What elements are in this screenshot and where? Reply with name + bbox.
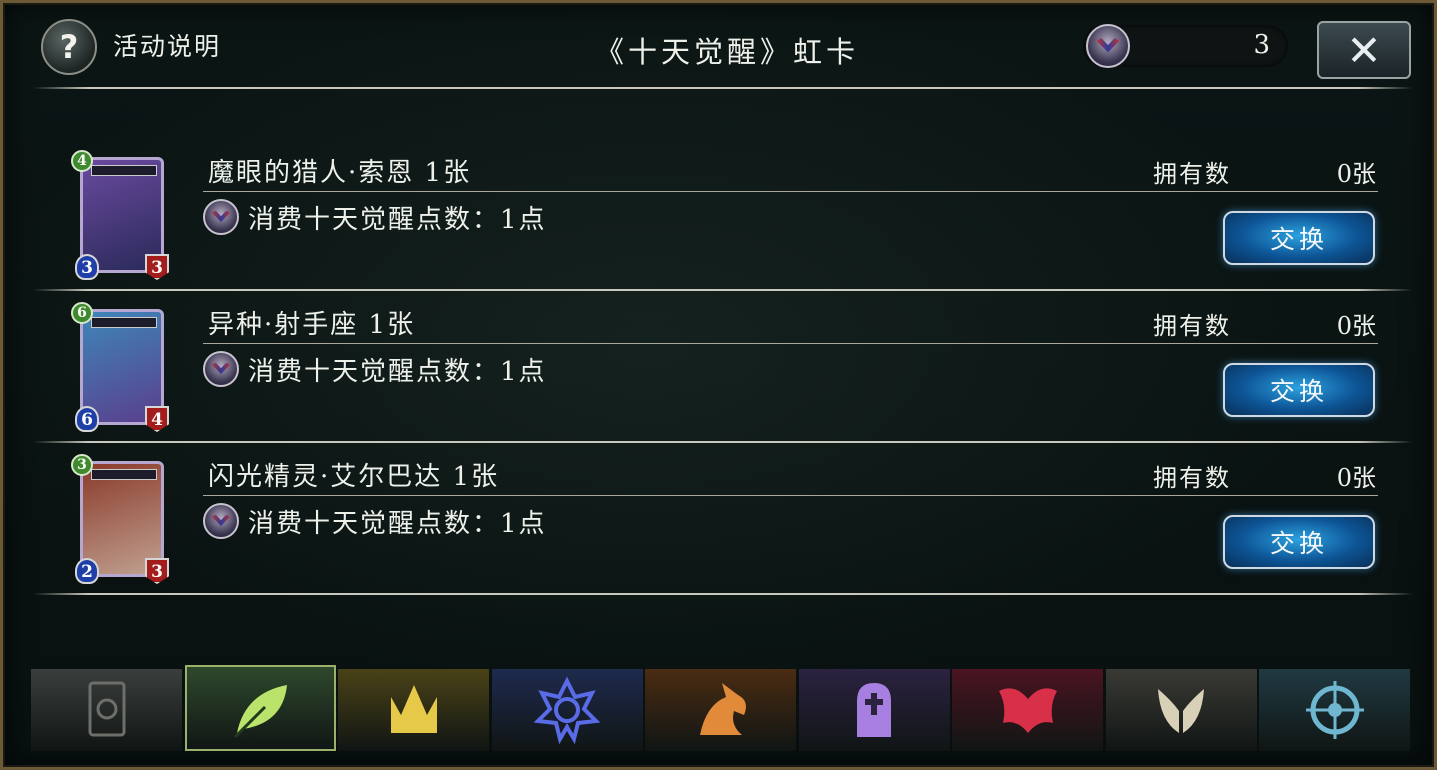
card-title: 异种·射手座 1张 [208, 310, 416, 340]
class-tab-dragon[interactable] [645, 669, 796, 751]
owned-label: 拥有数 [1153, 160, 1231, 188]
class-tab-star-rune[interactable] [491, 669, 643, 751]
card-art[interactable]: 6 6 4 [71, 302, 169, 432]
tombstone-icon [857, 683, 891, 737]
card-cost: 3 [71, 454, 93, 476]
help-button[interactable]: ? [41, 19, 97, 75]
awakening-point-token-icon [1086, 24, 1130, 68]
owned-count: 0张 [1336, 312, 1376, 340]
card-title: 魔眼的猎人·索恩 1张 [208, 158, 472, 188]
card-back-icon [88, 681, 125, 737]
card-name-plate [91, 469, 157, 480]
awakening-point-token-icon [203, 351, 239, 387]
dragon-icon [699, 683, 746, 735]
row-divider [203, 191, 1378, 192]
class-tab-portal[interactable] [1259, 669, 1410, 751]
class-tab-leaf[interactable] [184, 665, 336, 751]
exchange-row: 3 2 3 闪光精灵·艾尔巴达 1张 拥有数 0张 消费十天觉醒点数：1点 交换 [53, 453, 1383, 593]
header-divider [33, 87, 1413, 89]
owned-count: 0张 [1336, 464, 1376, 492]
exchange-cost-text: 消费十天觉醒点数：1点 [248, 357, 547, 387]
modal-frame: ? 活动说明 《十天觉醒》虹卡 3 ✕ 4 3 3 魔眼的猎人·索恩 1张 拥有… [0, 0, 1437, 770]
class-filter-tabs [31, 665, 1413, 753]
owned-label: 拥有数 [1153, 312, 1231, 340]
awakening-point-token-icon [203, 199, 239, 235]
exchange-button[interactable]: 交换 [1223, 211, 1375, 265]
angel-wings-icon [1158, 689, 1204, 733]
class-tab-angel-wings[interactable] [1105, 669, 1257, 751]
row-divider [203, 343, 1378, 344]
card-cost: 6 [71, 302, 93, 324]
row-divider [203, 495, 1378, 496]
card-art[interactable]: 3 2 3 [71, 454, 169, 584]
card-art[interactable]: 4 3 3 [71, 150, 169, 280]
class-tab-bat-wings[interactable] [952, 669, 1103, 751]
owned-count: 0张 [1336, 160, 1376, 188]
card-attack: 2 [75, 558, 99, 584]
row-separator [33, 441, 1413, 443]
awakening-point-token-icon [203, 503, 239, 539]
card-defense: 3 [145, 254, 169, 280]
class-tab-crown[interactable] [338, 669, 489, 751]
class-tab-tombstone[interactable] [798, 669, 950, 751]
card-attack: 6 [75, 406, 99, 432]
portal-icon [1305, 681, 1364, 739]
card-name-plate [91, 165, 157, 176]
card-title: 闪光精灵·艾尔巴达 1张 [208, 462, 500, 492]
class-tab-card-back[interactable] [31, 669, 182, 751]
card-cost: 4 [71, 150, 93, 172]
exchange-button[interactable]: 交换 [1223, 515, 1375, 569]
close-button[interactable]: ✕ [1317, 21, 1411, 79]
owned-label: 拥有数 [1153, 464, 1231, 492]
exchange-cost-text: 消费十天觉醒点数：1点 [248, 205, 547, 235]
bat-wings-icon [998, 688, 1057, 733]
row-separator [33, 289, 1413, 291]
exchange-cost-text: 消费十天觉醒点数：1点 [248, 509, 547, 539]
crown-icon [390, 685, 437, 733]
card-defense: 3 [145, 558, 169, 584]
exchange-button[interactable]: 交换 [1223, 363, 1375, 417]
leaf-icon [233, 685, 287, 739]
card-name-plate [91, 317, 157, 328]
list-bottom-divider [33, 593, 1413, 595]
card-defense: 4 [145, 406, 169, 432]
star-rune-icon [533, 676, 601, 745]
help-label[interactable]: 活动说明 [113, 27, 221, 63]
page-title: 《十天觉醒》虹卡 [595, 35, 860, 69]
exchange-row: 4 3 3 魔眼的猎人·索恩 1张 拥有数 0张 消费十天觉醒点数：1点 交换 [53, 149, 1383, 289]
card-attack: 3 [75, 254, 99, 280]
awakening-points-counter: 3 [1083, 24, 1288, 68]
awakening-points-value: 3 [1253, 30, 1270, 60]
exchange-row: 6 6 4 异种·射手座 1张 拥有数 0张 消费十天觉醒点数：1点 交换 [53, 301, 1383, 441]
